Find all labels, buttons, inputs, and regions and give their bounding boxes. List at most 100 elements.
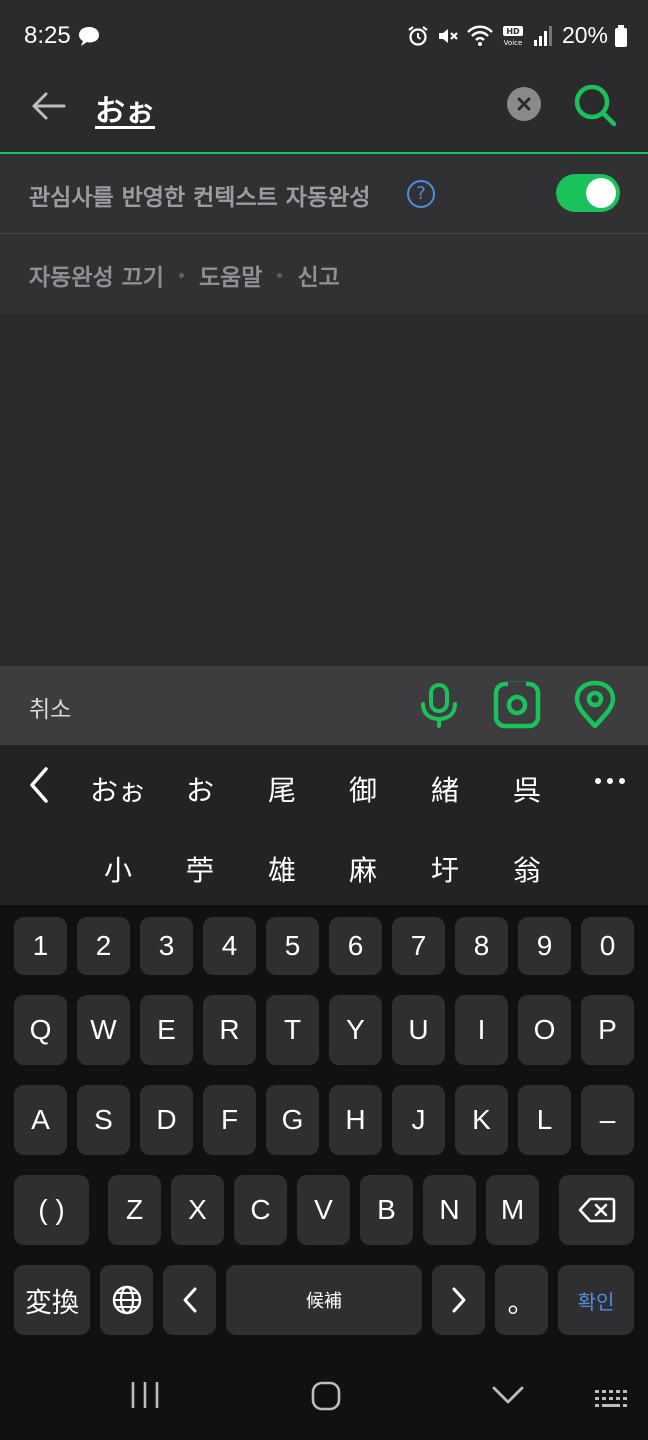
key-c[interactable]: C [234, 1175, 287, 1245]
key-v[interactable]: V [297, 1175, 350, 1245]
key-p[interactable]: P [581, 995, 634, 1065]
back-arrow-icon[interactable] [28, 84, 72, 128]
key-3[interactable]: 3 [140, 917, 193, 975]
key-6[interactable]: 6 [329, 917, 382, 975]
battery-percent: 20% [561, 22, 608, 48]
candidate-item[interactable]: 苧 [170, 849, 230, 889]
hide-keyboard-icon[interactable] [490, 1380, 526, 1410]
key-u[interactable]: U [392, 995, 445, 1065]
key-t[interactable]: T [266, 995, 319, 1065]
key-n[interactable]: N [423, 1175, 476, 1245]
candidate-item[interactable]: 圩 [415, 849, 475, 889]
key-k[interactable]: K [455, 1085, 508, 1155]
key-1[interactable]: 1 [14, 917, 67, 975]
signal-icon [533, 25, 552, 46]
context-autocomplete-toggle[interactable] [556, 174, 620, 212]
search-input[interactable]: おぉ [95, 86, 155, 130]
key-dash[interactable]: – [581, 1085, 634, 1155]
lens-camera-icon[interactable] [492, 680, 542, 730]
separator-dot [178, 272, 184, 278]
key-7[interactable]: 7 [392, 917, 445, 975]
space-candidate-key[interactable]: 候補 [226, 1265, 422, 1335]
key-o[interactable]: O [518, 995, 571, 1065]
key-f[interactable]: F [203, 1085, 256, 1155]
help-icon[interactable]: ? [407, 180, 435, 208]
candidate-item[interactable]: おぉ [88, 769, 148, 809]
status-time: 8:25 [24, 22, 71, 49]
separator-dot [277, 272, 283, 278]
location-pin-icon[interactable] [570, 680, 620, 730]
key-4[interactable]: 4 [203, 917, 256, 975]
chevron-right-icon [452, 1287, 465, 1313]
key-i[interactable]: I [455, 995, 508, 1065]
key-j[interactable]: J [392, 1085, 445, 1155]
toggle-knob [586, 178, 616, 208]
key-9[interactable]: 9 [518, 917, 571, 975]
key-g[interactable]: G [266, 1085, 319, 1155]
key-w[interactable]: W [77, 995, 130, 1065]
cancel-button[interactable]: 취소 [29, 690, 71, 724]
confirm-key[interactable]: 확인 [558, 1265, 634, 1335]
ime-candidate-bar: おぉ お 尾 御 緒 呉 小 苧 雄 麻 圩 翁 [0, 745, 648, 905]
svg-text:HD: HD [506, 27, 520, 36]
keyboard: 1 2 3 4 5 6 7 8 9 0 Q W E R T Y U I O P … [0, 905, 648, 1350]
cursor-left-key[interactable] [163, 1265, 216, 1335]
key-2[interactable]: 2 [77, 917, 130, 975]
key-r[interactable]: R [203, 995, 256, 1065]
candidate-item[interactable]: 小 [88, 849, 148, 889]
key-y[interactable]: Y [329, 995, 382, 1065]
report-link[interactable]: 신고 [297, 258, 339, 292]
candidate-item[interactable]: 緒 [415, 769, 475, 809]
keyboard-switch-icon[interactable] [592, 1388, 630, 1412]
candidate-item[interactable]: お [170, 769, 230, 809]
cursor-right-key[interactable] [432, 1265, 485, 1335]
autocomplete-links: 자동완성 끄기 도움말 신고 [29, 258, 340, 292]
candidate-item[interactable]: 翁 [497, 849, 557, 889]
candidate-item[interactable]: 麻 [333, 849, 393, 889]
key-q[interactable]: Q [14, 995, 67, 1065]
chevron-left-icon [183, 1287, 196, 1313]
chat-bubble-icon [79, 27, 99, 46]
backspace-icon [578, 1197, 615, 1223]
globe-icon [112, 1285, 141, 1315]
key-d[interactable]: D [140, 1085, 193, 1155]
microphone-icon[interactable] [414, 680, 464, 730]
candidate-item[interactable]: 雄 [252, 849, 312, 889]
status-icons: HD Voice 20% [406, 22, 628, 49]
recent-apps-icon[interactable] [128, 1380, 162, 1410]
key-h[interactable]: H [329, 1085, 382, 1155]
candidate-collapse-icon[interactable] [22, 765, 56, 805]
key-m[interactable]: M [486, 1175, 539, 1245]
search-icon[interactable] [570, 80, 620, 130]
candidate-item[interactable]: 尾 [252, 769, 312, 809]
key-b[interactable]: B [360, 1175, 413, 1245]
language-key[interactable] [100, 1265, 153, 1335]
help-link[interactable]: 도움말 [199, 258, 262, 292]
key-parentheses[interactable]: ( ) [14, 1175, 89, 1245]
key-x[interactable]: X [171, 1175, 224, 1245]
candidate-item[interactable]: 呉 [497, 769, 557, 809]
context-autocomplete-label: 관심사를 반영한 컨텍스트 자동완성 [29, 185, 371, 211]
action-bar: 취소 [0, 666, 648, 746]
key-8[interactable]: 8 [455, 917, 508, 975]
clear-icon[interactable] [507, 87, 541, 121]
svg-text:Voice: Voice [504, 39, 523, 47]
key-l[interactable]: L [518, 1085, 571, 1155]
key-a[interactable]: A [14, 1085, 67, 1155]
turn-off-autocomplete-link[interactable]: 자동완성 끄기 [29, 258, 164, 292]
home-icon[interactable] [310, 1380, 342, 1412]
key-0[interactable]: 0 [581, 917, 634, 975]
key-e[interactable]: E [140, 995, 193, 1065]
more-candidates-icon[interactable] [592, 769, 628, 793]
autocomplete-panel: 관심사를 반영한 컨텍스트 자동완성 ? 자동완성 끄기 도움말 신고 [0, 154, 648, 314]
search-bar: おぉ [0, 72, 648, 154]
key-z[interactable]: Z [108, 1175, 161, 1245]
hd-voice-icon: HD Voice [502, 25, 523, 47]
navigation-bar [0, 1350, 648, 1440]
backspace-key[interactable] [559, 1175, 634, 1245]
candidate-item[interactable]: 御 [333, 769, 393, 809]
convert-key[interactable]: 変換 [14, 1265, 90, 1335]
key-s[interactable]: S [77, 1085, 130, 1155]
key-5[interactable]: 5 [266, 917, 319, 975]
punctuation-key[interactable]: 。 [495, 1265, 548, 1335]
